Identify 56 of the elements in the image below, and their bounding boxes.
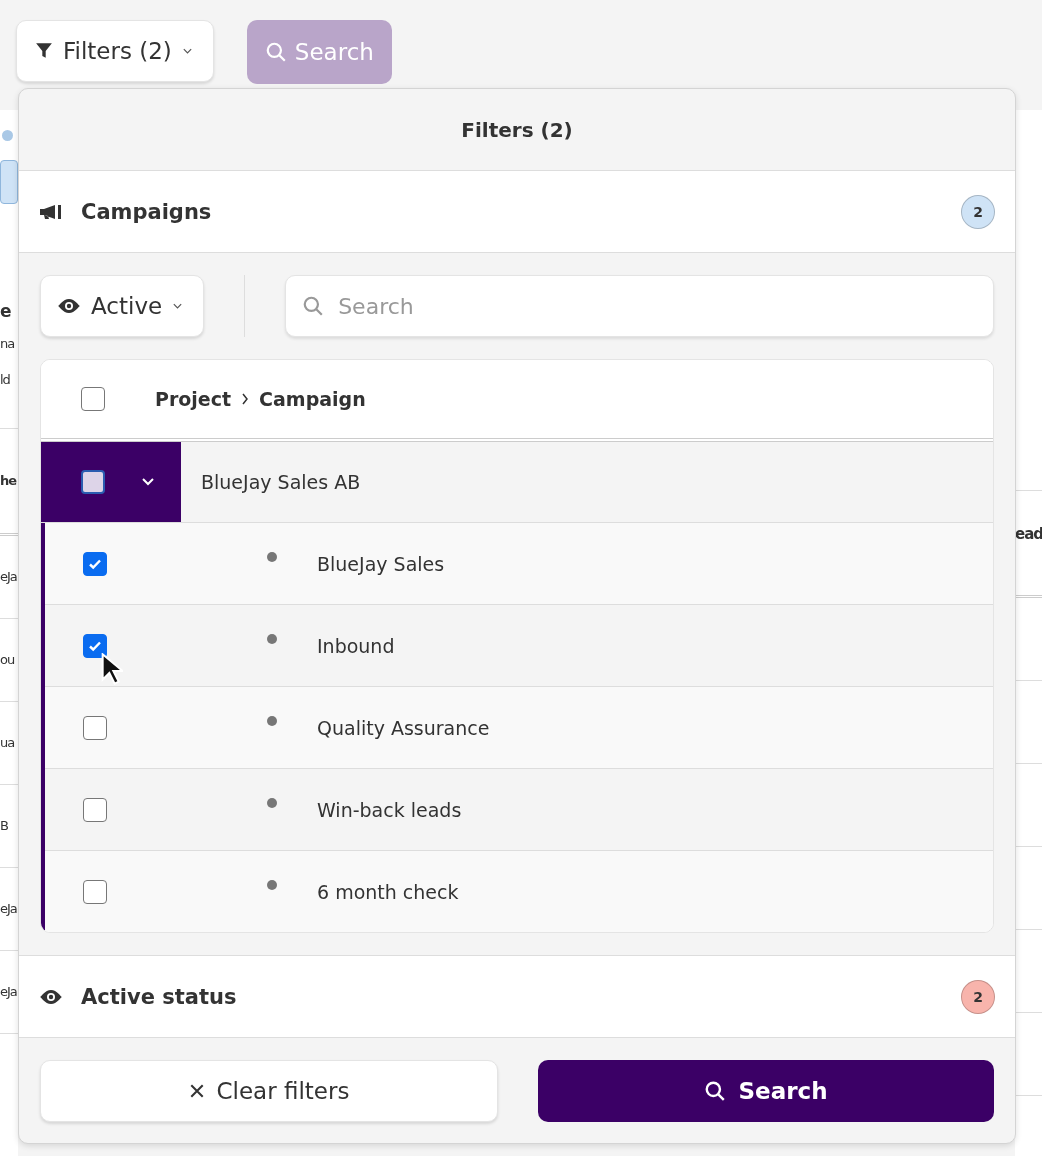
bullet-icon (267, 633, 277, 644)
count-badge: 2 (961, 194, 995, 229)
chevron-down-icon[interactable] (141, 477, 155, 487)
search-icon (704, 1079, 727, 1102)
bullet-icon (267, 797, 277, 808)
checkbox[interactable] (83, 879, 107, 904)
search-field[interactable]: Search (285, 275, 994, 337)
column-header: Project (155, 388, 232, 410)
count-badge: 2 (961, 979, 995, 1014)
campaign-name: BlueJay Sales (317, 552, 445, 575)
eye-icon (39, 988, 63, 1005)
project-name: BlueJay Sales AB (201, 471, 361, 493)
section-header[interactable]: Active status 2 (19, 956, 1015, 1038)
chevron-down-icon (172, 302, 184, 310)
campaign-row[interactable]: BlueJay Sales (45, 523, 993, 605)
status-dot (2, 130, 13, 141)
checkbox[interactable] (83, 551, 107, 576)
chevron-right-icon (241, 393, 250, 405)
bullet-icon (267, 715, 277, 726)
campaign-row[interactable]: Inbound (45, 605, 993, 687)
close-icon (188, 1082, 205, 1099)
search-input[interactable]: Search (336, 292, 977, 320)
clear-filters-button[interactable]: Clear filters (40, 1059, 498, 1122)
chevron-down-icon (181, 47, 193, 55)
campaign-chip (0, 160, 18, 204)
campaign-row[interactable]: Quality Assurance (45, 687, 993, 769)
checkbox[interactable] (83, 633, 107, 658)
megaphone-icon (39, 203, 63, 220)
bullet-icon (267, 879, 277, 890)
search-icon (302, 295, 325, 317)
checkbox[interactable] (83, 715, 107, 740)
campaign-name: Quality Assurance (317, 716, 490, 739)
status-dropdown[interactable]: Active (40, 275, 205, 337)
description-text: ld (0, 371, 11, 389)
section-header[interactable]: Campaigns 2 (19, 171, 1015, 253)
description-text: na (0, 335, 16, 353)
filter-icon (35, 42, 53, 60)
checkbox[interactable] (81, 387, 105, 411)
cursor-icon (101, 653, 123, 685)
section-title: Active status (81, 984, 238, 1009)
search-button[interactable]: Search (538, 1059, 994, 1122)
filters-button[interactable]: Filters (2) (16, 20, 214, 82)
search-icon (264, 41, 287, 63)
bullet-icon (267, 551, 277, 562)
group-toggle[interactable] (41, 442, 181, 522)
campaign-name: Win-back leads (317, 798, 462, 821)
checkbox[interactable] (81, 470, 105, 494)
section-title: Campaigns (81, 199, 213, 224)
campaign-name: Inbound (317, 634, 395, 657)
column-header: Campaign (259, 388, 366, 410)
campaign-row[interactable]: Win-back leads (45, 769, 993, 851)
campaign-row[interactable]: 6 month check (45, 851, 993, 932)
eye-icon (57, 298, 81, 314)
checkbox[interactable] (83, 797, 107, 822)
campaign-name: 6 month check (317, 880, 459, 903)
page-heading: e (0, 300, 13, 323)
